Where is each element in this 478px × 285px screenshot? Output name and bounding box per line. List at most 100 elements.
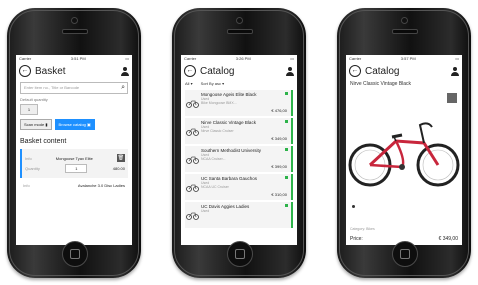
default-qty-input[interactable]: 1: [20, 104, 38, 115]
catalog-item[interactable]: Nirve Classic Vintage Black Used Nirve Cla…: [185, 118, 293, 144]
catalog-item-subtitle: Bike Mongoose BMX...: [201, 101, 237, 105]
bike-thumbnail-icon: [185, 118, 199, 144]
filter-bar: All ▾ Sort By asc ▾: [181, 79, 297, 88]
stock-indicator: [285, 148, 288, 151]
browse-catalog-button[interactable]: Browse catalog ▣: [54, 119, 95, 130]
catalog-item-subtitle: Nirve Classic Cruiser: [201, 129, 234, 133]
phone-basket: Carrier 3:51 PM ▭ ← Basket Enter item no…: [7, 8, 141, 278]
catalog-list: Mongoose Ageis Elite Black Used Bike Mongo…: [181, 90, 297, 228]
user-icon[interactable]: [121, 66, 129, 76]
home-button[interactable]: [227, 241, 253, 267]
bike-thumbnail-icon: [185, 202, 199, 228]
speaker-grille: [62, 29, 88, 34]
stock-indicator: [285, 204, 288, 207]
bike-thumbnail-icon: [185, 174, 199, 200]
sort-label: Sort By asc: [200, 81, 222, 86]
clock: 3:51 PM: [70, 56, 86, 61]
clock: 3:26 PM: [235, 56, 251, 61]
filter-all[interactable]: All ▾: [185, 81, 193, 86]
catalog-item[interactable]: UC Davis Aggies Ladies Used: [185, 202, 293, 228]
price-value: € 349,00: [438, 236, 458, 242]
qty-label: Quantity: [25, 166, 40, 171]
screen-product: Carrier 3:57 PM ▭ ← Catalog Nirve Classi…: [346, 55, 462, 245]
catalog-item-status: Used: [201, 209, 210, 213]
catalog-item[interactable]: Mongoose Ageis Elite Black Used Bike Mongo…: [185, 90, 293, 116]
user-icon[interactable]: [286, 66, 294, 76]
basket-section-title: Basket content: [20, 138, 67, 145]
page-indicator: [352, 205, 355, 208]
catalog-item-info: Southern Methodist University Used NCAA Cr…: [199, 146, 291, 172]
bike-thumbnail-icon: [185, 90, 199, 116]
product-meta: Category: Bikes: [350, 227, 375, 231]
search-input[interactable]: Enter item no., Title or Barcode ⌕: [20, 82, 128, 94]
stock-indicator: [285, 120, 288, 123]
speaker-grille: [227, 29, 253, 34]
battery-icon: ▭: [290, 56, 294, 61]
product-name: Nirve Classic Vintage Black: [350, 81, 412, 87]
battery-icon: ▭: [125, 56, 129, 61]
catalog-item-price: € 349,00: [271, 136, 287, 141]
scan-mode-label: Scan mode: [24, 122, 45, 127]
catalog-item-info: UC Santa Barbara Gauchos Used NCAA UC Crui…: [199, 174, 291, 200]
clock: 3:57 PM: [400, 56, 416, 61]
header: ← Basket: [16, 63, 132, 79]
catalog-item[interactable]: UC Santa Barbara Gauchos Used NCAA UC Crui…: [185, 174, 293, 200]
header: ← Catalog: [346, 63, 462, 79]
catalog-item-subtitle: NCAA UC Cruiser: [201, 185, 229, 189]
item-price: 480.00: [112, 166, 125, 171]
browse-catalog-label: Browse catalog: [58, 122, 86, 127]
back-button[interactable]: ←: [349, 65, 361, 77]
catalog-item-info: Nirve Classic Vintage Black Used Nirve Cla…: [199, 118, 291, 144]
sort-select[interactable]: Sort By asc ▾: [201, 81, 225, 86]
screen-basket: Carrier 3:51 PM ▭ ← Basket Enter item no…: [16, 55, 132, 245]
item-name: Mongoose Tyax Elite: [55, 155, 93, 161]
page-title: Catalog: [200, 65, 235, 77]
default-qty-label: Default quantity: [20, 97, 48, 102]
stock-indicator: [285, 92, 288, 95]
back-button[interactable]: ←: [184, 65, 196, 77]
catalog-item-price: € 476,00: [271, 108, 287, 113]
search-icon[interactable]: ⌕: [121, 84, 125, 92]
basket-item[interactable]: Info Avalanche 3.0 Disc Ladies: [20, 180, 128, 191]
basket-item[interactable]: Info Mongoose Tyax Elite 🗑 Quantity 1 48…: [20, 149, 128, 178]
header: ← Catalog: [181, 63, 297, 79]
camera-icon: [71, 17, 78, 24]
back-button[interactable]: ←: [19, 65, 31, 77]
catalog-item-info: Mongoose Ageis Elite Black Used Bike Mongo…: [199, 90, 291, 116]
page-title: Catalog: [365, 65, 400, 77]
user-icon[interactable]: [451, 66, 459, 76]
screen-catalog: Carrier 3:26 PM ▭ ← Catalog All ▾ Sort B…: [181, 55, 297, 245]
home-button[interactable]: [392, 241, 418, 267]
price-label: Price:: [350, 236, 363, 242]
carrier-label: Carrier: [184, 56, 197, 61]
status-bar: Carrier 3:26 PM ▭: [181, 55, 297, 63]
catalog-item-price: € 310,00: [271, 192, 287, 197]
catalog-item[interactable]: Southern Methodist University Used NCAA Cr…: [185, 146, 293, 172]
scan-mode-button[interactable]: Scan mode ▮: [20, 119, 52, 130]
item-sku: Info: [23, 183, 30, 188]
action-row: Scan mode ▮ Browse catalog ▣: [20, 119, 128, 130]
battery-icon: ▭: [455, 56, 459, 61]
filter-all-label: All: [185, 81, 190, 86]
item-sku: Info: [25, 155, 32, 161]
status-bar: Carrier 3:51 PM ▭: [16, 55, 132, 63]
qty-input[interactable]: 1: [65, 164, 88, 173]
camera-icon: [401, 17, 408, 24]
phone-catalog: Carrier 3:26 PM ▭ ← Catalog All ▾ Sort B…: [172, 8, 306, 278]
catalog-item-subtitle: NCAA Cruiser...: [201, 157, 226, 161]
bike-thumbnail-icon: [185, 146, 199, 172]
trash-icon[interactable]: 🗑: [116, 154, 125, 162]
stock-indicator: [285, 176, 288, 179]
item-name: Avalanche 3.0 Disc Ladies: [77, 183, 125, 188]
status-bar: Carrier 3:57 PM ▭: [346, 55, 462, 63]
search-placeholder: Enter item no., Title or Barcode: [24, 85, 80, 90]
catalog-item-price: € 399,00: [271, 164, 287, 169]
add-to-basket-icon[interactable]: [447, 93, 457, 103]
page-title: Basket: [35, 65, 66, 77]
home-button[interactable]: [62, 241, 88, 267]
product-image: [348, 122, 460, 187]
catalog-item-info: UC Davis Aggies Ladies Used: [199, 202, 291, 228]
speaker-grille: [392, 29, 418, 34]
phone-product: Carrier 3:57 PM ▭ ← Catalog Nirve Classi…: [337, 8, 471, 278]
camera-icon: [236, 17, 243, 24]
